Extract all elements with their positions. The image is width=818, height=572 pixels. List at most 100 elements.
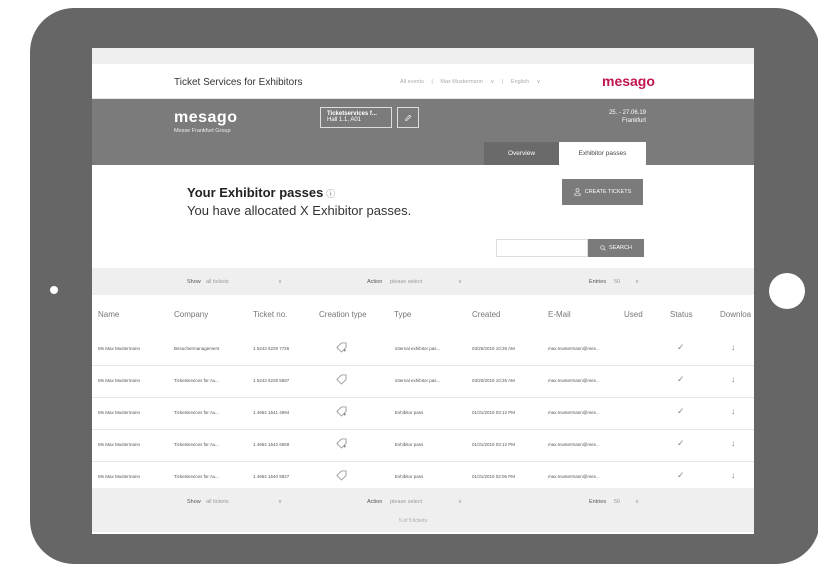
download-icon[interactable]: ↓	[731, 342, 736, 352]
cell-created: 03/25/2019 10:28 AM	[472, 346, 515, 351]
create-tickets-button[interactable]: CREATE TICKETS	[562, 179, 643, 205]
col-ticket[interactable]: Ticket no.	[253, 310, 287, 319]
info-icon[interactable]: ⓘ	[326, 189, 335, 199]
event-band: mesago Messe Frankfurt Group Ticketservi…	[92, 99, 754, 165]
entries-select[interactable]: 50	[614, 499, 620, 505]
menu-language[interactable]: English	[511, 79, 529, 85]
cell-email: max.mustermann@mes...	[548, 378, 600, 383]
col-created[interactable]: Created	[472, 310, 500, 319]
tag-icon	[336, 470, 347, 481]
show-label: Show	[187, 279, 201, 285]
entries-select[interactable]: 50	[614, 279, 620, 285]
brand-logo[interactable]: mesago	[602, 73, 655, 89]
search-icon	[600, 245, 606, 251]
cell-company: Ticketservices für Au...	[174, 410, 220, 415]
action-select[interactable]: please select	[390, 499, 422, 505]
cell-created: 03/20/2019 10:26 AM	[472, 378, 515, 383]
action-select[interactable]: please select	[390, 279, 422, 285]
cell-created: 01/31/2019 03:12 PM	[472, 442, 516, 447]
create-tickets-label: CREATE TICKETS	[584, 189, 632, 195]
cell-email: max.mustermann@mes...	[548, 410, 600, 415]
cell-ticket: 1 5243 6228 5587	[253, 378, 290, 383]
table-row[interactable]: Ms Max Mustermann Ticketservices für Au..…	[92, 365, 754, 398]
download-icon[interactable]: ↓	[731, 406, 736, 416]
search-button[interactable]: SEARCH	[588, 239, 644, 257]
status-check-icon: ✓	[677, 374, 685, 384]
tag-plus-icon	[336, 438, 347, 449]
chevron-down-icon[interactable]: ∨	[458, 279, 462, 285]
menu-all-events[interactable]: All events	[400, 79, 424, 85]
app-screen: Ticket Services for Exhibitors All event…	[92, 48, 754, 534]
service-title: Ticket Services for Exhibitors	[174, 77, 303, 88]
cell-company: Ticketservices für Au...	[174, 378, 220, 383]
table-row[interactable]: Ms Max Mustermann Ticketservices für Au..…	[92, 429, 754, 462]
chevron-down-icon[interactable]: ∨	[537, 79, 541, 85]
filter-bar-bottom: Show all tickets ∨ Action please select …	[92, 488, 754, 532]
status-check-icon: ✓	[677, 470, 685, 480]
pencil-icon	[405, 114, 412, 121]
cell-name: Ms Max Mustermann	[98, 378, 141, 383]
col-creation-type[interactable]: Creation type	[319, 310, 367, 319]
chevron-down-icon[interactable]: ∨	[278, 279, 282, 285]
show-label: Show	[187, 499, 201, 505]
menu-user[interactable]: Max Mustermann	[440, 79, 483, 85]
page-subtitle: You have allocated X Exhibitor passes.	[187, 203, 412, 218]
col-company[interactable]: Company	[174, 310, 208, 319]
show-select[interactable]: all tickets	[206, 499, 229, 505]
download-icon[interactable]: ↓	[731, 438, 736, 448]
chevron-down-icon[interactable]: ∨	[458, 499, 462, 505]
tag-icon	[336, 374, 347, 385]
entries-label: Entries	[589, 499, 607, 505]
chevron-down-icon[interactable]: ∨	[490, 79, 494, 85]
search-input[interactable]	[496, 239, 588, 257]
col-status[interactable]: Status	[670, 310, 693, 319]
top-menu[interactable]: All events | Max Mustermann ∨ | English …	[400, 79, 547, 85]
cell-type: Exhibitor pass	[395, 474, 424, 479]
col-used[interactable]: Used	[624, 310, 643, 319]
col-email[interactable]: E-Mail	[548, 310, 571, 319]
status-check-icon: ✓	[677, 438, 685, 448]
ticket-service-hall: Hall 1.1, A01	[327, 117, 362, 123]
col-type[interactable]: Type	[394, 310, 411, 319]
search-label: SEARCH	[609, 245, 632, 251]
status-check-icon: ✓	[677, 406, 685, 416]
action-label: Action	[367, 499, 383, 505]
cell-email: max.mustermann@mes...	[548, 474, 600, 479]
tag-plus-icon	[336, 406, 347, 417]
tablet-home-button[interactable]	[769, 273, 805, 309]
col-name[interactable]: Name	[98, 310, 119, 319]
chevron-down-icon[interactable]: ∨	[635, 279, 639, 285]
top-header: Ticket Services for Exhibitors All event…	[92, 64, 754, 99]
cell-company: Ticketservices für Au...	[174, 442, 220, 447]
download-icon[interactable]: ↓	[731, 470, 736, 480]
cell-ticket: 1 4964 1541 4994	[253, 410, 290, 415]
cell-type: internal exhibitor pas...	[395, 378, 441, 383]
chevron-down-icon[interactable]: ∨	[278, 499, 282, 505]
tab-exhibitor-passes[interactable]: Exhibitor passes	[559, 142, 646, 165]
col-download[interactable]: Downloa	[720, 310, 751, 319]
page-title-text: Your Exhibitor passes	[187, 185, 324, 200]
cell-name: Ms Max Mustermann	[98, 346, 141, 351]
event-date: 25. - 27.06.19 Frankfurt	[609, 109, 646, 125]
table-row[interactable]: Ms Max Mustermann Ticketservices für Au..…	[92, 397, 754, 430]
cell-company: Ticketservices für Au...	[174, 474, 220, 479]
event-date-range: 25. - 27.06.19	[608, 110, 646, 116]
tablet-camera	[50, 286, 58, 294]
cell-ticket: 1 4964 1542 6659	[253, 442, 290, 447]
cell-type: internal exhibitor pas...	[395, 346, 441, 351]
ticket-service-box[interactable]: Ticketservices f... Hall 1.1, A01	[320, 107, 392, 128]
event-city: Frankfurt	[621, 118, 646, 124]
page-title: Your Exhibitor passes ⓘ	[187, 185, 335, 200]
pagination-info: 5 of 5 tickets	[399, 518, 428, 524]
cell-email: max.mustermann@mes...	[548, 442, 600, 447]
download-icon[interactable]: ↓	[731, 374, 736, 384]
chevron-down-icon[interactable]: ∨	[635, 499, 639, 505]
cell-created: 01/31/2019 02:06 PM	[472, 474, 516, 479]
menu-divider: |	[501, 79, 504, 85]
user-icon	[574, 188, 581, 196]
table-row[interactable]: Ms Max Mustermann Besuchermanagement 1 524…	[92, 333, 754, 366]
mesago-sub: Messe Frankfurt Group	[174, 128, 231, 134]
show-select[interactable]: all tickets	[206, 279, 229, 285]
tab-overview[interactable]: Overview	[484, 142, 559, 165]
edit-button[interactable]	[397, 107, 419, 128]
